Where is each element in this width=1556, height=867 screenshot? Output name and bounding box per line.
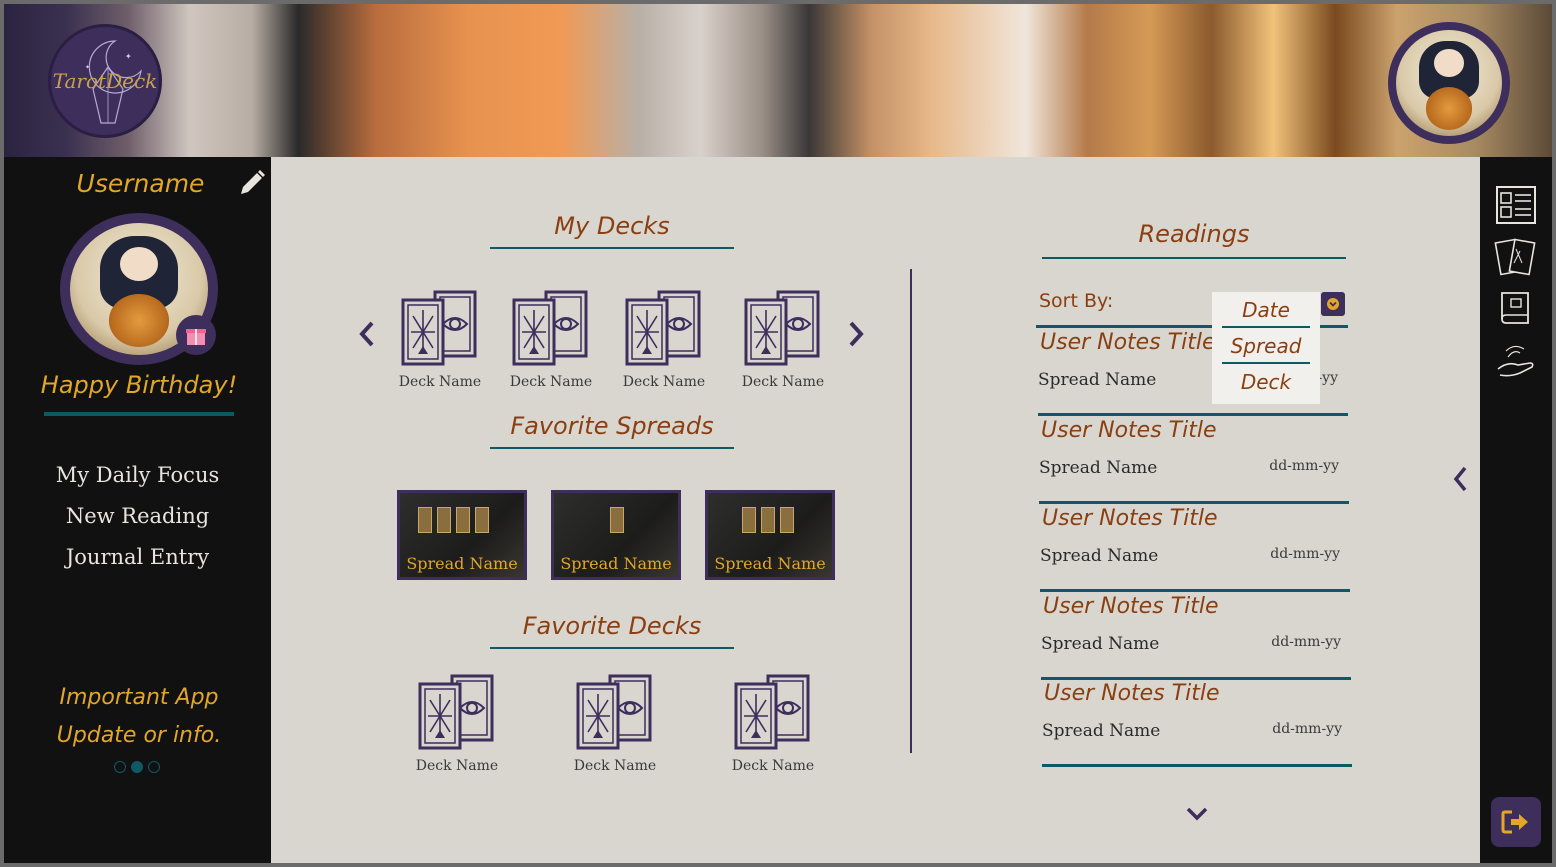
gift-icon[interactable]	[176, 315, 216, 355]
sort-dropdown-menu: Date Spread Deck	[1212, 292, 1320, 404]
reading-title: User Notes Title	[1044, 681, 1220, 706]
favorite-spreads-title: Favorite Spreads	[510, 412, 714, 440]
spread-name: Spread Name	[560, 554, 672, 573]
app-frame: ✦ ✦ TarotDeck Username Happy Birthday! M…	[4, 4, 1552, 863]
sort-by-label: Sort By:	[1039, 290, 1114, 312]
vertical-divider	[910, 269, 912, 753]
my-decks-title: My Decks	[554, 212, 670, 240]
app-logo[interactable]: ✦ ✦ TarotDeck	[48, 24, 162, 138]
spread-name: Spread Name	[714, 554, 826, 573]
carousel-dot-active[interactable]	[131, 761, 143, 773]
chevron-down-icon	[1327, 298, 1339, 310]
deck-icon	[744, 290, 820, 366]
reading-list-item[interactable]: User Notes Title Spread Name dd-mm-yy	[1040, 504, 1350, 592]
reading-spread-name: Spread Name	[1038, 370, 1157, 390]
app-info-message: Important App Update or info.	[4, 679, 274, 755]
layout-icon[interactable]	[1494, 183, 1538, 227]
chevron-left-icon[interactable]	[1451, 465, 1469, 493]
divider	[1042, 257, 1346, 259]
sort-option-spread[interactable]: Spread	[1212, 328, 1320, 362]
carousel-dot[interactable]	[148, 761, 160, 773]
header-banner: ✦ ✦ TarotDeck	[4, 4, 1552, 157]
deck-card[interactable]: Deck Name	[412, 674, 502, 774]
reading-spread-name: Spread Name	[1039, 458, 1158, 478]
divider	[490, 647, 734, 649]
right-rail	[1480, 157, 1552, 863]
user-avatar-top[interactable]	[1388, 22, 1510, 144]
spread-name: Spread Name	[406, 554, 518, 573]
nav-item-journal-entry[interactable]: Journal Entry	[4, 537, 271, 578]
deck-name: Deck Name	[573, 758, 657, 774]
deck-name: Deck Name	[509, 374, 593, 390]
journal-book-icon[interactable]	[1494, 287, 1538, 331]
carousel-dots	[114, 761, 160, 773]
deck-icon	[625, 290, 701, 366]
deck-icon	[512, 290, 588, 366]
deck-icon	[401, 290, 477, 366]
logout-button[interactable]	[1491, 797, 1541, 847]
reading-list-item[interactable]: User Notes Title Spread Name dd-mm-yy	[1039, 416, 1349, 504]
divider	[1042, 764, 1352, 767]
logo-text: TarotDeck	[52, 69, 158, 93]
divider	[490, 247, 734, 249]
reading-list-item[interactable]: User Notes Title Spread Name dd-mm-yy	[1041, 592, 1351, 680]
deck-card[interactable]: Deck Name	[738, 290, 828, 390]
favorite-decks-title: Favorite Decks	[522, 612, 702, 640]
reading-date: dd-mm-yy	[1272, 721, 1342, 737]
favorite-spread-card[interactable]: Spread Name	[551, 490, 681, 580]
reading-spread-name: Spread Name	[1040, 546, 1159, 566]
deck-name: Deck Name	[622, 374, 706, 390]
logout-icon	[1501, 810, 1528, 834]
svg-text:✦: ✦	[125, 52, 132, 61]
sidebar-nav: My Daily Focus New Reading Journal Entry	[4, 455, 271, 578]
favorite-spread-card[interactable]: Spread Name	[705, 490, 835, 580]
deck-icon	[418, 674, 494, 750]
chevron-right-icon[interactable]	[846, 320, 866, 348]
chevron-left-icon[interactable]	[357, 320, 377, 348]
readings-title: Readings	[1138, 220, 1250, 248]
deck-name: Deck Name	[731, 758, 815, 774]
reading-title: User Notes Title	[1042, 506, 1218, 531]
deck-icon	[576, 674, 652, 750]
left-sidebar: Username Happy Birthday! My Daily Focus …	[4, 157, 271, 863]
reading-title: User Notes Title	[1043, 594, 1219, 619]
divider	[490, 447, 734, 449]
deck-card[interactable]: Deck Name	[395, 290, 485, 390]
reading-spread-name: Spread Name	[1042, 721, 1161, 741]
deck-name: Deck Name	[398, 374, 482, 390]
favorite-spread-card[interactable]: Spread Name	[397, 490, 527, 580]
deck-card[interactable]: Deck Name	[728, 674, 818, 774]
reading-spread-name: Spread Name	[1041, 634, 1160, 654]
main-panel: My Decks Deck Name Deck Name Deck Name Deck…	[271, 157, 1480, 863]
birthday-message: Happy Birthday!	[40, 371, 238, 399]
reading-title: User Notes Title	[1041, 418, 1217, 443]
cards-icon[interactable]	[1494, 235, 1538, 279]
info-line-1: Important App	[59, 685, 219, 710]
deck-name: Deck Name	[415, 758, 499, 774]
sort-dropdown-toggle[interactable]	[1321, 292, 1345, 316]
reading-date: dd-mm-yy	[1271, 634, 1341, 650]
reading-title: User Notes Title	[1040, 330, 1216, 355]
sort-option-date[interactable]: Date	[1212, 292, 1320, 326]
sort-option-deck[interactable]: Deck	[1212, 364, 1320, 398]
deck-icon	[734, 674, 810, 750]
deck-card[interactable]: Deck Name	[570, 674, 660, 774]
divider	[44, 412, 234, 416]
chevron-down-icon[interactable]	[1183, 805, 1211, 823]
carousel-dot[interactable]	[114, 761, 126, 773]
nav-item-new-reading[interactable]: New Reading	[4, 496, 271, 537]
deck-card[interactable]: Deck Name	[506, 290, 596, 390]
deck-card[interactable]: Deck Name	[619, 290, 709, 390]
reading-date: dd-mm-yy	[1270, 546, 1340, 562]
deck-name: Deck Name	[741, 374, 825, 390]
reading-list-item[interactable]: User Notes Title Spread Name dd-mm-yy	[1042, 679, 1352, 767]
reading-date: dd-mm-yy	[1269, 458, 1339, 474]
hand-icon[interactable]	[1494, 339, 1538, 383]
pencil-icon[interactable]	[236, 167, 268, 199]
nav-item-daily-focus[interactable]: My Daily Focus	[4, 455, 271, 496]
info-line-2: Update or info.	[56, 723, 222, 748]
